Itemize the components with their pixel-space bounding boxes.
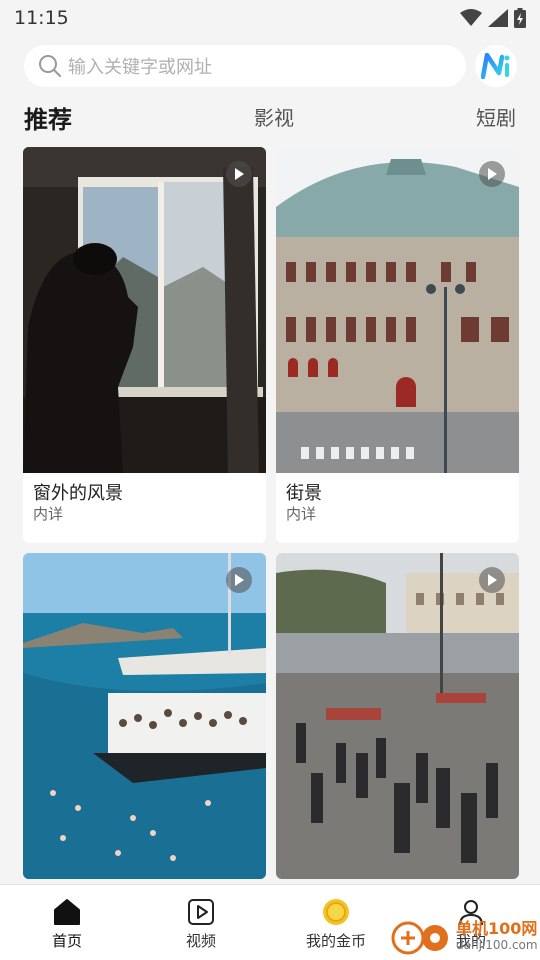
- gold-coin-icon: [323, 899, 349, 925]
- play-icon: [488, 574, 497, 586]
- nav-gold-coins[interactable]: 我的金币: [291, 897, 381, 951]
- nav-gold-coins-label: 我的金币: [305, 932, 366, 950]
- play-button[interactable]: [479, 567, 505, 593]
- play-button[interactable]: [479, 161, 505, 187]
- play-icon: [488, 168, 497, 180]
- video-card[interactable]: 街景 内详: [276, 147, 519, 543]
- card-info: 窗外的风景 内详: [23, 473, 266, 543]
- search-icon: [39, 55, 61, 77]
- video-thumbnail: [276, 553, 519, 879]
- video-card[interactable]: [276, 553, 519, 879]
- tab-short-drama[interactable]: 短剧: [476, 102, 516, 131]
- signal-icon: [488, 9, 508, 27]
- tab-movies[interactable]: 影视: [254, 102, 294, 131]
- search-row: 输入关键字或网址: [24, 44, 518, 88]
- nav-video-label: 视频: [185, 932, 216, 950]
- category-tabs: 推荐 影视 短剧: [24, 102, 518, 138]
- watermark: 单机100网 danji100.com: [390, 912, 540, 960]
- play-button[interactable]: [226, 567, 252, 593]
- watermark-url: danji100.com: [456, 938, 538, 952]
- status-time: 11:15: [14, 7, 69, 29]
- home-icon: [54, 899, 80, 925]
- card-subtitle: 内详: [33, 505, 64, 523]
- watermark-logo-icon: [391, 921, 448, 955]
- battery-icon: [514, 8, 526, 28]
- wifi-icon: [460, 9, 482, 26]
- street-scene-image: [276, 147, 519, 473]
- search-input[interactable]: 输入关键字或网址: [24, 45, 466, 87]
- video-thumbnail: [276, 147, 519, 473]
- search-placeholder: 输入关键字或网址: [68, 57, 212, 78]
- tab-recommend[interactable]: 推荐: [24, 100, 72, 135]
- status-icons: [460, 8, 526, 28]
- card-subtitle: 内详: [286, 505, 317, 523]
- card-info: 街景 内详: [276, 473, 519, 543]
- crowd-scene-image: [276, 553, 519, 879]
- nav-home-label: 首页: [51, 932, 82, 950]
- card-title: 窗外的风景: [33, 483, 123, 504]
- nav-home[interactable]: 首页: [22, 897, 112, 951]
- app-logo-button[interactable]: [475, 45, 517, 87]
- play-icon: [235, 574, 244, 586]
- video-icon: [188, 899, 214, 925]
- logo-icon: [481, 53, 510, 79]
- video-card[interactable]: [23, 553, 266, 879]
- watermark-title: 单机100网: [456, 919, 538, 938]
- card-title: 街景: [286, 483, 322, 504]
- boat-scene-image: [23, 553, 266, 879]
- window-scene-image: [23, 147, 266, 473]
- video-thumbnail: [23, 147, 266, 473]
- play-button[interactable]: [226, 161, 252, 187]
- video-card[interactable]: 窗外的风景 内详: [23, 147, 266, 543]
- nav-video[interactable]: 视频: [156, 897, 246, 951]
- video-thumbnail: [23, 553, 266, 879]
- status-bar: 11:15: [0, 0, 540, 36]
- play-icon: [235, 168, 244, 180]
